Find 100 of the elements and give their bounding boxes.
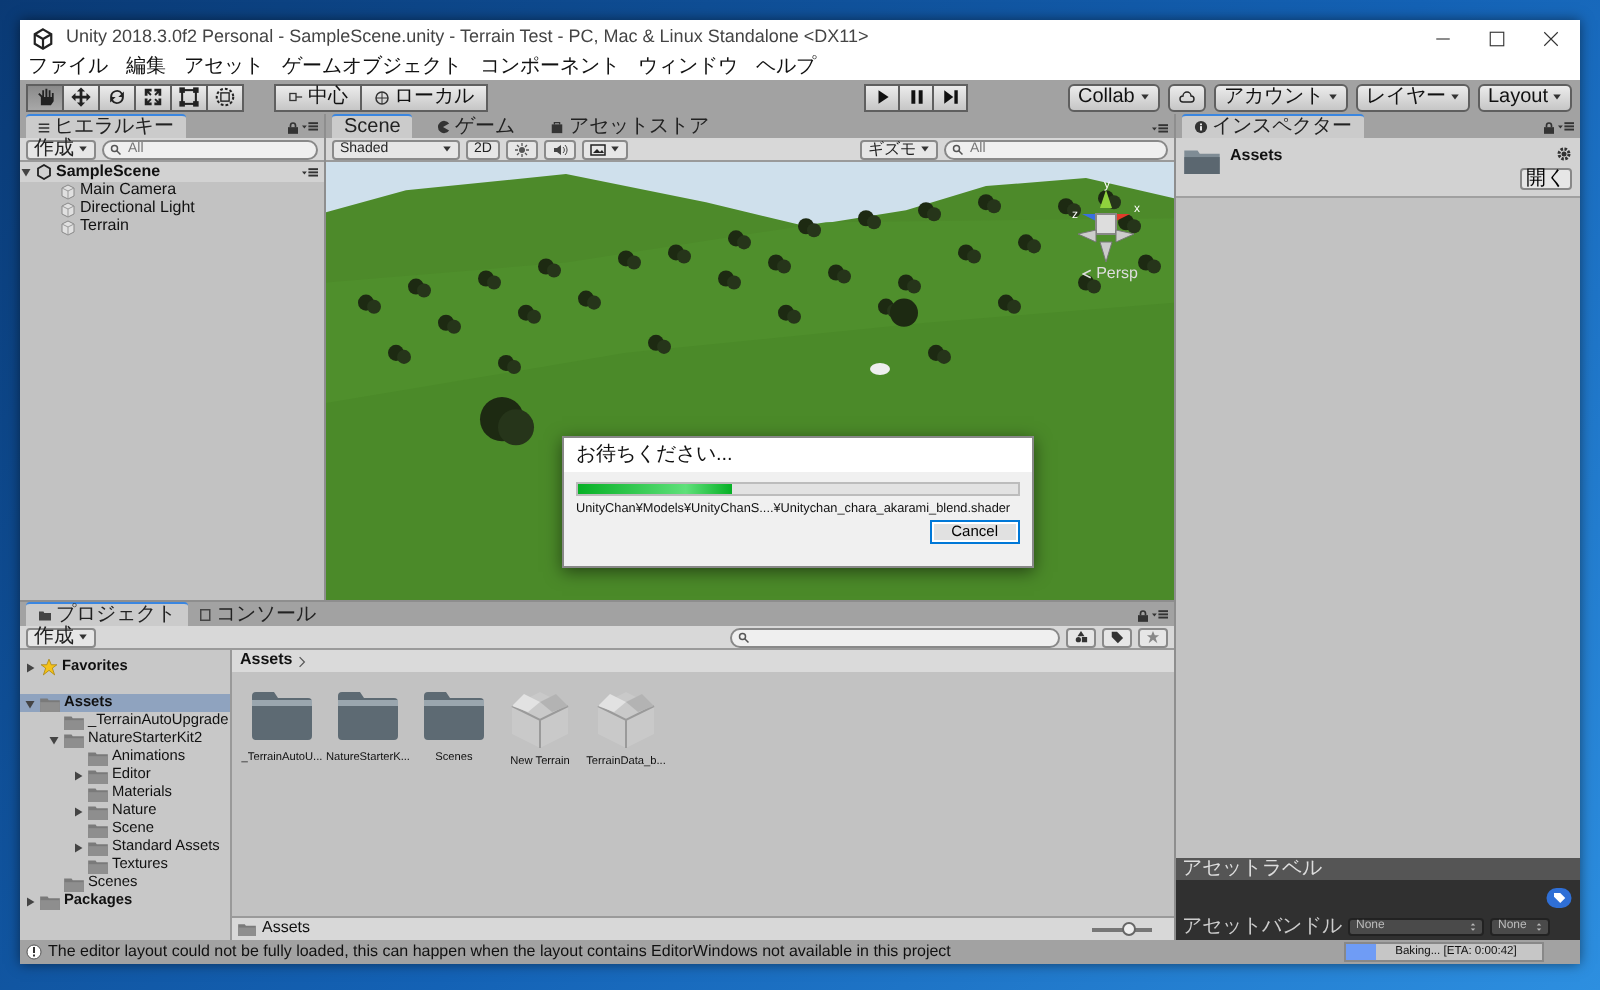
handle-icon: [288, 90, 304, 104]
star-icon: [40, 658, 58, 676]
cloud-icon: [1175, 89, 1198, 105]
axis-gizmo-drawing[interactable]: [1077, 190, 1135, 263]
pacman-icon: [436, 120, 451, 134]
tree-arrow-icon[interactable]: [48, 733, 60, 745]
close-icon[interactable]: [1542, 29, 1560, 47]
pause-icon: [907, 88, 926, 106]
panel-tab[interactable]: コンソール: [188, 604, 328, 626]
tree-arrow-icon[interactable]: [72, 841, 84, 853]
panel-tab[interactable]: ゲーム: [424, 116, 527, 138]
play-icon: [873, 88, 892, 106]
panel-menu-icon: [302, 167, 318, 177]
panel-tab[interactable]: プロジェクト: [26, 602, 188, 626]
slider-thumb[interactable]: [1122, 921, 1136, 935]
search-field[interactable]: [730, 627, 1060, 647]
panel-menu-icon: [1152, 124, 1168, 134]
filter-button[interactable]: [1102, 627, 1132, 647]
tool-button[interactable]: [206, 83, 244, 111]
cloud-button[interactable]: [1167, 83, 1206, 111]
playback-button[interactable]: [932, 83, 969, 111]
playback-button[interactable]: [898, 83, 935, 111]
caret-icon: [78, 144, 88, 154]
tree-arrow-icon[interactable]: [24, 697, 36, 709]
tree-arrow-icon[interactable]: [72, 805, 84, 817]
folder-tab-icon: [38, 609, 52, 621]
asset-name: Assets: [1230, 146, 1283, 166]
folder-icon: [422, 688, 486, 744]
dialog-title: お待ちください...: [576, 444, 733, 466]
rect-tool-icon: [178, 86, 200, 108]
globe-icon: [374, 89, 390, 105]
transform-icon: [214, 86, 236, 108]
filter-button[interactable]: [1066, 627, 1096, 647]
scene-toggle-button[interactable]: [543, 139, 576, 159]
panel-menu-icon: [302, 122, 318, 132]
panel-menu-icon: [1152, 610, 1168, 620]
menu-item[interactable]: アセット: [184, 56, 264, 80]
tag-icon[interactable]: [1546, 887, 1572, 907]
folder-icon: [1184, 146, 1220, 175]
scene-toggle-button[interactable]: [581, 139, 628, 159]
folder-icon: [40, 695, 60, 711]
tree-arrow-icon[interactable]: [24, 895, 36, 907]
caret-icon: [78, 632, 88, 642]
step-icon: [941, 88, 960, 106]
scene-row[interactable]: SampleScene: [20, 162, 324, 182]
menu-item[interactable]: コンポーネント: [480, 56, 620, 80]
panel-tab[interactable]: アセットストア: [538, 116, 721, 138]
tool-button[interactable]: [134, 83, 172, 111]
rotate-icon: [106, 86, 128, 108]
open-button[interactable]: 開く: [1520, 168, 1572, 190]
tag-filter-icon: [1110, 630, 1124, 644]
status-message: The editor layout could not be fully loaded, this can happen when the layout contains EditorWindows not available in this project: [48, 943, 951, 961]
panel-tab[interactable]: ヒエラルキー: [26, 114, 186, 138]
updown-icon: [1536, 922, 1542, 932]
speaker-icon: [551, 141, 568, 157]
folder-icon: [64, 875, 84, 891]
create-dropdown[interactable]: 作成: [26, 627, 96, 647]
pivot-button[interactable]: ローカル: [360, 83, 488, 111]
scene-toggle-button[interactable]: [505, 139, 538, 159]
caret-icon: [609, 144, 620, 154]
lock-icon: [288, 122, 298, 134]
list-icon: [38, 121, 50, 133]
search-icon: [110, 143, 122, 155]
tree-arrow-icon[interactable]: [20, 166, 32, 178]
playback-button[interactable]: [864, 83, 901, 111]
hierarchy-item[interactable]: Terrain: [20, 218, 324, 236]
footer-path: Assets: [262, 920, 311, 938]
panel-tab[interactable]: インスペクター: [1182, 114, 1364, 138]
menu-item[interactable]: ゲームオブジェクト: [282, 56, 462, 80]
unity-scene-icon: [36, 164, 52, 180]
caret-icon: [442, 144, 452, 154]
maximize-icon[interactable]: [1488, 29, 1506, 47]
breadcrumb-item[interactable]: Assets: [240, 652, 293, 670]
box-icon: [506, 688, 574, 748]
chevron-icon: [298, 655, 307, 667]
create-dropdown[interactable]: 作成: [26, 139, 96, 159]
toolbar-dropdown[interactable]: Layout: [1477, 83, 1572, 111]
bag-icon: [550, 120, 565, 134]
gizmos-dropdown[interactable]: ギズモ: [860, 139, 938, 159]
hierarchy-item[interactable]: Directional Light: [20, 200, 324, 218]
menu-item[interactable]: ファイル: [28, 56, 108, 80]
info-icon: [1194, 120, 1208, 134]
hierarchy-item[interactable]: Main Camera: [20, 182, 324, 200]
menu-item[interactable]: 編集: [126, 56, 166, 80]
star-filter-icon: [1146, 630, 1160, 644]
menu-item[interactable]: ヘルプ: [756, 56, 816, 80]
toolbar-dropdown[interactable]: アカウント: [1213, 83, 1348, 111]
pivot-button[interactable]: 中心: [274, 83, 362, 111]
menu-item[interactable]: ウィンドウ: [638, 56, 738, 80]
tool-button[interactable]: [26, 83, 64, 111]
updown-icon: [1470, 922, 1476, 932]
toolbar-dropdown[interactable]: レイヤー: [1355, 83, 1470, 111]
tool-button[interactable]: [170, 83, 208, 111]
toolbar-dropdown[interactable]: Collab: [1067, 83, 1160, 111]
tool-button[interactable]: [62, 83, 100, 111]
panel-tab[interactable]: Scene: [332, 114, 413, 138]
tree-arrow-icon[interactable]: [24, 661, 36, 673]
tool-button[interactable]: [98, 83, 136, 111]
tree-arrow-icon[interactable]: [72, 769, 84, 781]
gear-icon[interactable]: [1556, 146, 1572, 162]
